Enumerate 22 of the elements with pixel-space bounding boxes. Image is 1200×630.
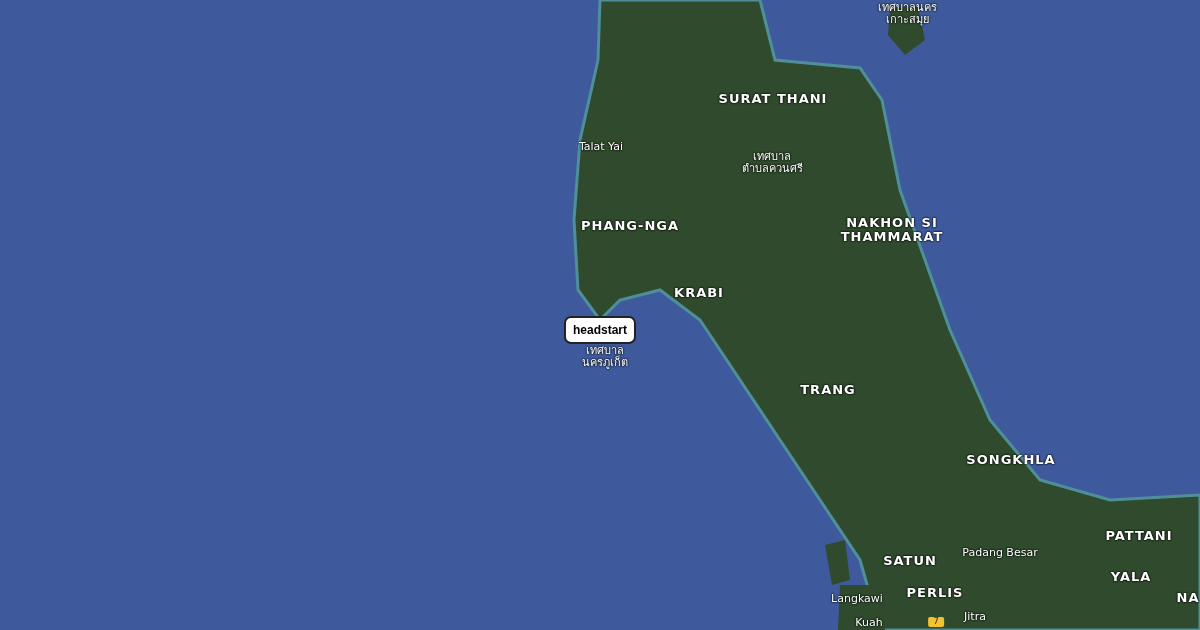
region-label: SURAT THANI — [718, 91, 828, 107]
satellite-map[interactable]: เทศบาลนคร เกาะสมุย SURAT THANI Talat Yai เทศบาล ตำบลควนศรี PHANG-NGA NAKHON SI THAMMARAT KRABI เทศบาล นครภูเก็ต TRANG SONGKHLA PATTANI Padang Besar SATUN YALA Langkawi PERLIS NA Kuah 7 Jitra headstart — [0, 0, 1200, 630]
region-label: PHANG-NGA — [581, 218, 679, 234]
region-label: KRABI — [674, 285, 724, 301]
region-label: SATUN — [883, 553, 937, 569]
road-number-label: 7 — [928, 617, 944, 627]
town-label: Kuah — [855, 616, 883, 630]
town-label: Talat Yai — [578, 140, 624, 154]
town-label: Langkawi — [831, 592, 883, 606]
region-label: SONGKHLA — [966, 452, 1056, 468]
region-label: PERLIS — [906, 585, 964, 601]
town-label: Padang Besar — [962, 546, 1038, 560]
town-label: เทศบาล นครภูเก็ต — [582, 344, 628, 370]
region-label: NAKHON SI THAMMARAT — [840, 215, 944, 245]
town-label: เทศบาลนคร เกาะสมุย — [877, 1, 937, 27]
region-label: TRANG — [800, 382, 856, 398]
region-label: PATTANI — [1105, 528, 1173, 544]
marker-label[interactable]: headstart — [564, 316, 636, 344]
town-label: Jitra — [964, 610, 986, 624]
region-label: YALA — [1110, 569, 1152, 585]
town-label: เทศบาล ตำบลควนศรี — [741, 150, 803, 176]
region-label: NA — [1176, 590, 1200, 606]
